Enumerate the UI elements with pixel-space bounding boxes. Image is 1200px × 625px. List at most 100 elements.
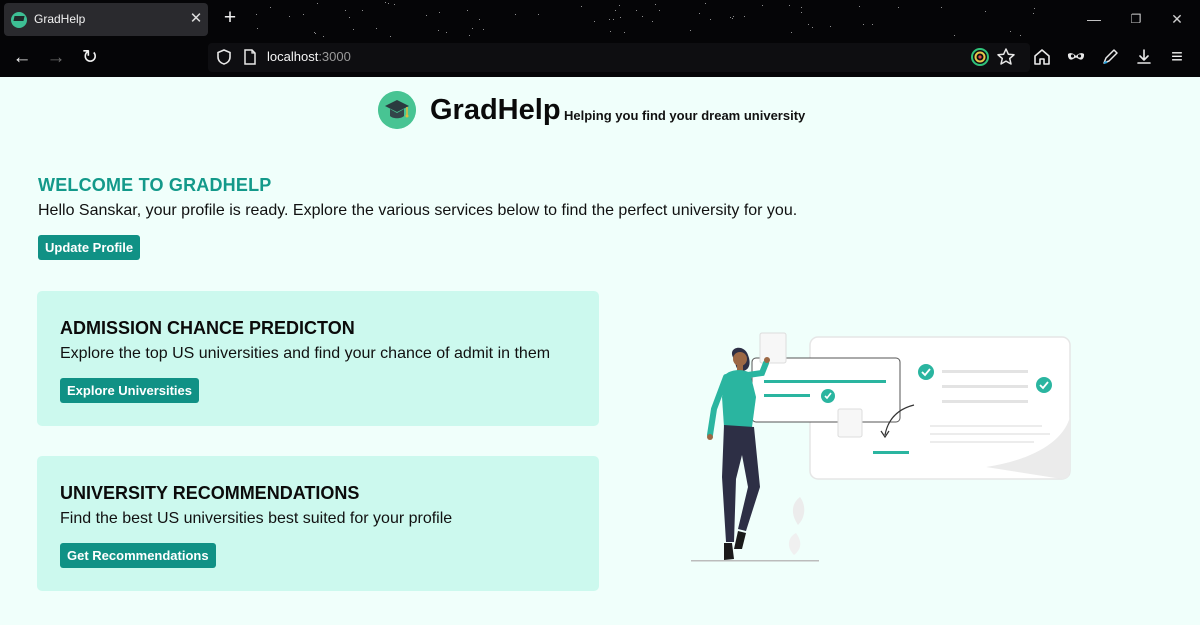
menu-icon[interactable]: ≡	[1165, 45, 1189, 69]
star-dot	[256, 27, 258, 29]
card-description: Find the best US universities best suite…	[60, 510, 453, 527]
star-dot	[655, 3, 657, 5]
page-content: GradHelp Helping you find your dream uni…	[0, 77, 1200, 625]
star-dot	[1033, 13, 1035, 15]
card-title: UNIVERSITY RECOMMENDATIONS	[60, 483, 360, 503]
star-icon[interactable]	[995, 46, 1017, 68]
url-text[interactable]: localhost:3000	[267, 49, 351, 64]
star-dot	[898, 6, 900, 8]
star-dot	[515, 14, 517, 16]
window-restore-button[interactable]: ❐	[1125, 8, 1147, 30]
star-dot	[613, 19, 615, 21]
star-dot	[388, 3, 390, 5]
star-dot	[859, 6, 861, 8]
star-dot	[593, 20, 595, 22]
star-dot	[468, 34, 470, 36]
star-dot	[445, 32, 447, 34]
star-dot	[361, 9, 363, 11]
star-dot	[349, 17, 351, 19]
star-dot	[953, 34, 955, 36]
star-dot	[389, 35, 391, 37]
star-dot	[438, 12, 440, 14]
admission-chance-card: ADMISSION CHANCE PREDICTON Explore the t…	[37, 291, 599, 426]
url-bar[interactable]: localhost:3000	[208, 43, 1030, 72]
back-button[interactable]: ←	[10, 46, 34, 70]
star-dot	[323, 35, 325, 37]
star-dot	[862, 23, 864, 25]
extension-icon[interactable]	[969, 46, 991, 68]
star-dot	[538, 13, 540, 15]
star-dot	[344, 10, 346, 12]
star-dot	[270, 7, 271, 9]
gradhelp-favicon-icon	[11, 12, 27, 28]
pen-icon[interactable]	[1099, 46, 1121, 68]
reload-button[interactable]: ↻	[78, 46, 102, 70]
update-profile-button[interactable]: Update Profile	[38, 235, 141, 260]
forward-button[interactable]: →	[44, 46, 68, 70]
star-dot	[791, 31, 793, 33]
star-dot	[384, 2, 386, 4]
star-dot	[1010, 31, 1012, 33]
download-icon[interactable]	[1133, 46, 1155, 68]
shield-icon[interactable]	[214, 47, 234, 67]
star-dot	[733, 15, 735, 17]
star-dot	[471, 28, 473, 30]
star-dot	[744, 15, 746, 17]
star-dot	[624, 31, 626, 33]
star-dot	[658, 9, 660, 11]
star-dot	[801, 7, 802, 9]
mask-icon[interactable]	[1065, 46, 1087, 68]
star-dot	[302, 14, 304, 16]
star-dot	[789, 4, 791, 6]
star-dot	[800, 11, 802, 13]
star-dot	[829, 25, 831, 27]
star-dot	[619, 16, 621, 18]
star-dot	[941, 6, 943, 8]
explore-universities-button[interactable]: Explore Universities	[60, 378, 199, 403]
star-dot	[690, 30, 692, 32]
star-dot	[315, 33, 317, 35]
star-dot	[609, 30, 611, 32]
star-dot	[731, 17, 733, 19]
star-dot	[438, 30, 440, 32]
welcome-message: Hello Sanskar, your profile is ready. Ex…	[38, 202, 798, 219]
page-icon[interactable]	[240, 47, 260, 67]
star-dot	[704, 2, 706, 4]
star-dot	[761, 4, 763, 6]
star-dot	[255, 14, 257, 16]
checklist-illustration	[691, 332, 1071, 562]
star-dot	[580, 5, 582, 7]
star-dot	[635, 10, 637, 12]
window-close-button[interactable]: ✕	[1166, 8, 1188, 30]
university-recommendations-card: UNIVERSITY RECOMMENDATIONS Find the best…	[37, 456, 599, 591]
star-dot	[352, 28, 354, 30]
star-dot	[652, 21, 654, 23]
browser-tab[interactable]: GradHelp ✕	[4, 3, 208, 36]
star-dot	[619, 5, 621, 7]
star-dot	[426, 15, 428, 17]
star-dot	[466, 10, 468, 12]
welcome-heading: WELCOME TO GRADHELP	[38, 175, 272, 195]
graduation-cap-logo-icon	[378, 91, 416, 129]
star-dot	[709, 18, 711, 20]
star-dot	[808, 23, 810, 25]
star-dot	[483, 28, 485, 30]
star-dot	[289, 16, 291, 18]
star-dot	[615, 9, 617, 11]
window-minimize-button[interactable]: —	[1083, 8, 1105, 30]
get-recommendations-button[interactable]: Get Recommendations	[60, 543, 216, 568]
home-icon[interactable]	[1031, 46, 1053, 68]
brand-name: GradHelp	[430, 94, 561, 126]
star-dot	[1033, 8, 1035, 10]
star-dot	[394, 3, 396, 5]
star-dot	[698, 13, 700, 15]
brand-tagline: Helping you find your dream university	[564, 108, 806, 123]
star-dot	[1020, 34, 1022, 36]
new-tab-button[interactable]: +	[219, 6, 241, 30]
tab-close-icon[interactable]: ✕	[187, 9, 205, 29]
star-dot	[641, 16, 643, 18]
star-dot	[479, 18, 481, 20]
star-dot	[984, 10, 986, 12]
browser-titlebar: GradHelp ✕ + — ❐ ✕	[0, 0, 1200, 38]
star-dot	[317, 2, 319, 4]
